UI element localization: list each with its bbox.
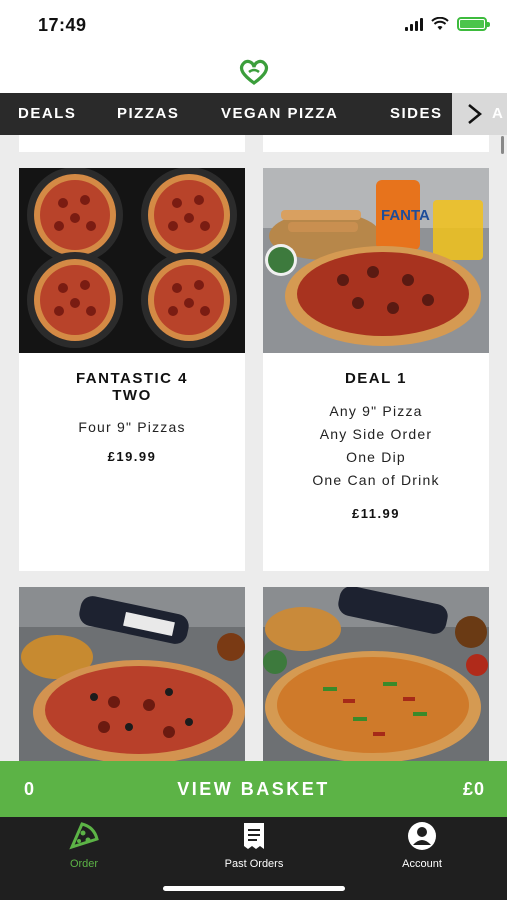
product-image: FANTA — [263, 168, 489, 353]
product-price: £11.99 — [351, 506, 401, 521]
product-card-fantastic-4-two[interactable]: FANTASTIC 4 TWO Four 9" Pizzas £19.99 — [19, 168, 245, 571]
product-title: DEAL 1 — [344, 370, 408, 387]
nav-account-label: Account — [402, 858, 442, 870]
category-next-button[interactable]: A — [452, 93, 507, 135]
nav-past-orders[interactable]: Past Orders — [204, 821, 304, 870]
app-screen: 17:49 DEALS PIZZAS VEGAN PIZZA SIDES A F… — [0, 0, 507, 900]
app-header — [0, 50, 507, 93]
basket-total: £0 — [462, 779, 485, 799]
nav-order[interactable]: Order — [34, 821, 134, 870]
product-card[interactable] — [263, 135, 489, 152]
product-card-deal-1[interactable]: FANTA DEAL 1 Any 9" Pizza Any Side Order… — [263, 168, 489, 571]
pizza-slice-icon — [69, 822, 99, 850]
product-grid[interactable]: FANTASTIC 4 TWO Four 9" Pizzas £19.99 FA… — [0, 135, 507, 761]
nav-account[interactable]: Account — [372, 821, 472, 870]
product-card[interactable] — [19, 135, 245, 152]
scrollbar[interactable] — [501, 136, 504, 154]
wifi-icon — [431, 17, 449, 30]
signal-icon — [405, 17, 423, 31]
svg-text:FANTA: FANTA — [381, 207, 430, 224]
product-desc-line: One Can of Drink — [312, 472, 440, 488]
tab-deals[interactable]: DEALS — [18, 93, 76, 135]
product-image — [263, 587, 489, 761]
product-title: FANTASTIC 4 TWO — [75, 370, 189, 404]
product-desc-line: Four 9" Pizzas — [78, 419, 186, 435]
product-desc-line: One Dip — [346, 449, 406, 465]
status-bar: 17:49 — [0, 0, 507, 50]
nav-order-label: Order — [69, 858, 99, 870]
product-image — [19, 587, 245, 761]
bottom-nav: Order Past Orders Account — [0, 817, 507, 900]
view-basket-bar[interactable]: 0 VIEW BASKET £0 — [0, 761, 507, 817]
category-nav: DEALS PIZZAS VEGAN PIZZA SIDES A — [0, 93, 507, 135]
tab-pizzas[interactable]: PIZZAS — [117, 93, 179, 135]
tab-sides[interactable]: SIDES — [390, 93, 443, 135]
status-time: 17:49 — [38, 15, 87, 35]
product-price: £19.99 — [107, 449, 157, 464]
product-card[interactable] — [19, 587, 245, 761]
leaf-heart-logo-icon[interactable] — [237, 59, 271, 85]
user-icon — [408, 822, 436, 850]
tab-vegan-pizza[interactable]: VEGAN PIZZA — [221, 93, 338, 135]
product-image — [19, 168, 245, 353]
battery-icon — [457, 17, 490, 31]
home-indicator[interactable] — [163, 886, 345, 891]
product-card[interactable] — [263, 587, 489, 761]
status-icons — [405, 17, 490, 31]
view-basket-button[interactable]: VIEW BASKET — [0, 761, 507, 817]
receipt-icon — [244, 823, 264, 849]
nav-past-orders-label: Past Orders — [224, 858, 284, 870]
product-desc-line: Any 9" Pizza — [329, 403, 423, 419]
product-desc-line: Any Side Order — [319, 426, 433, 442]
chevron-right-icon — [468, 104, 482, 124]
tab-partial[interactable]: A — [492, 93, 503, 135]
